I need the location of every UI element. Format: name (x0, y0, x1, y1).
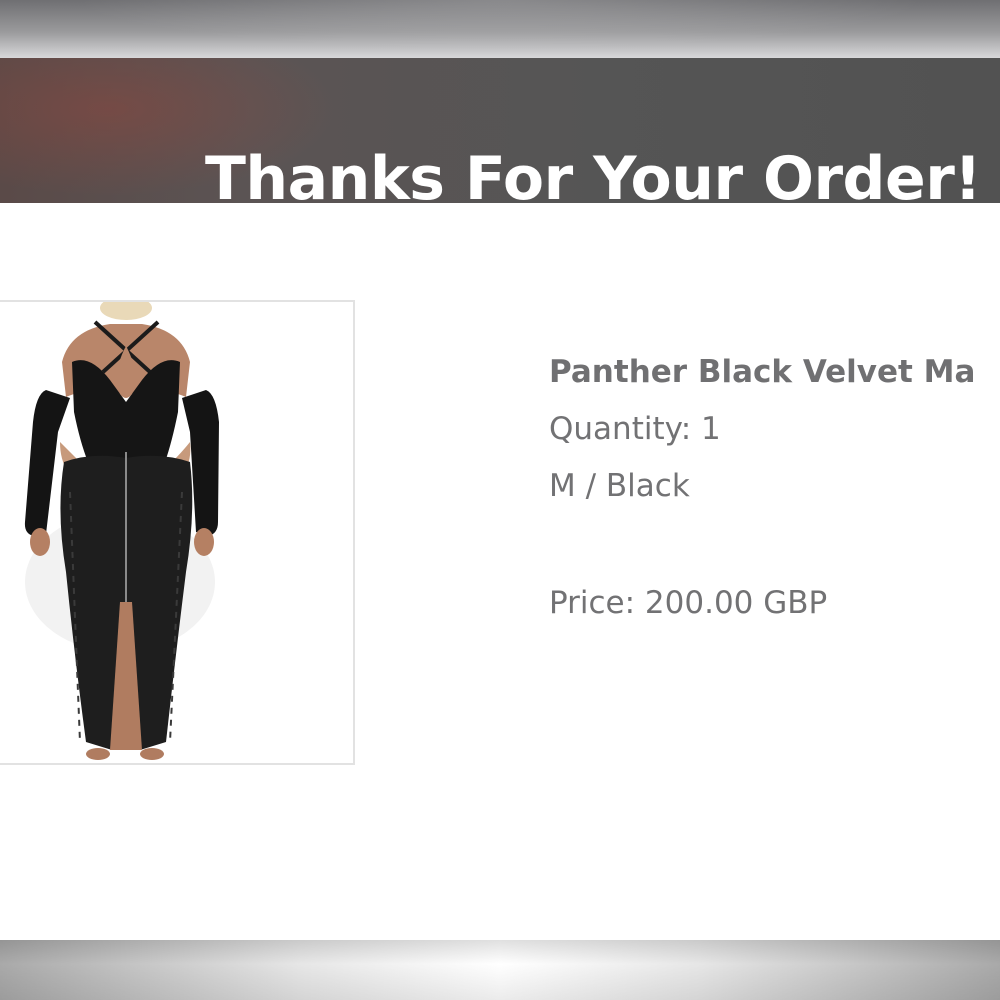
banner-title: Thanks For Your Order! (205, 144, 982, 214)
order-item-details: Panther Black Velvet Ma Quantity: 1 M / … (549, 350, 1000, 623)
product-image[interactable] (0, 300, 355, 765)
price-text: Price: 200.00 GBP (549, 585, 828, 621)
left-foot (86, 748, 110, 760)
order-confirmation-page: Thanks For Your Order! Panther Black Vel… (0, 0, 1000, 1000)
hair-shape (100, 302, 152, 320)
right-hand (194, 528, 214, 556)
right-foot (140, 748, 164, 760)
top-background-strip (0, 0, 1000, 58)
quantity-text: Quantity: 1 (549, 411, 721, 447)
variant-text: M / Black (549, 468, 690, 504)
dress-illustration (24, 302, 219, 760)
left-hand (30, 528, 50, 556)
product-name[interactable]: Panther Black Velvet Ma (549, 350, 1000, 394)
thank-you-banner: Thanks For Your Order! (0, 58, 1000, 214)
bottom-background-strip (0, 940, 1000, 1000)
